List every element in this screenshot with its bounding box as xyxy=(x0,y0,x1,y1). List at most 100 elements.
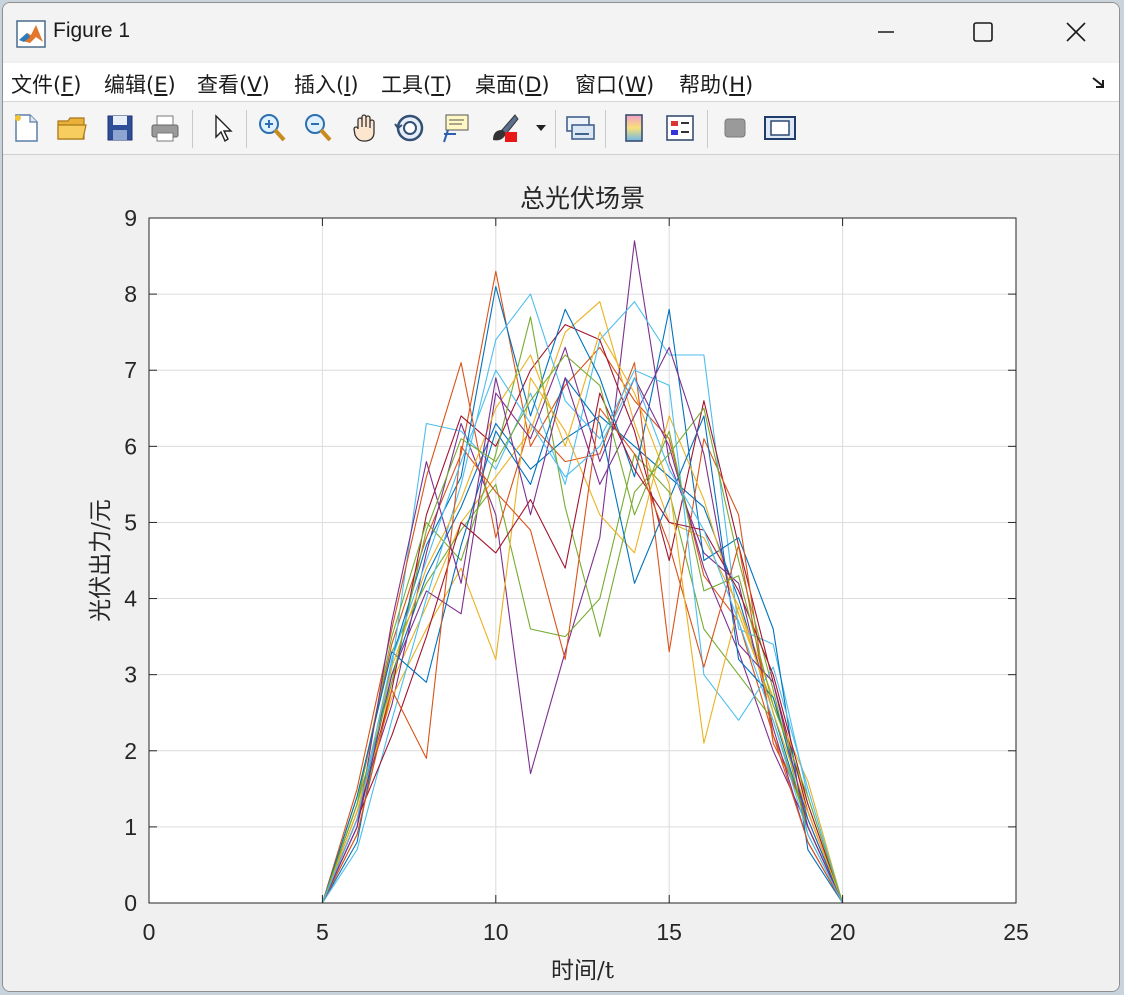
brush-icon xyxy=(493,114,519,142)
chart-title: 总光伏场景 xyxy=(520,184,645,213)
rotate-3d-button[interactable] xyxy=(393,111,427,145)
matlab-logo-icon xyxy=(16,20,46,48)
zoom-in-button[interactable] xyxy=(255,111,289,145)
show-plot-tools-button[interactable] xyxy=(763,111,797,145)
zoom-in-icon xyxy=(259,114,286,142)
close-button[interactable] xyxy=(1031,3,1119,61)
menu-suffix: ) xyxy=(350,73,359,97)
menu-accelerator: V xyxy=(247,73,262,97)
y-tick-label: 2 xyxy=(124,738,137,764)
x-tick-label: 10 xyxy=(483,919,509,945)
y-tick-label: 4 xyxy=(124,586,137,612)
menu-help[interactable]: 帮助(H) xyxy=(679,69,753,99)
close-icon xyxy=(1066,22,1086,42)
menu-view[interactable]: 查看(V) xyxy=(197,69,270,99)
y-tick-label: 3 xyxy=(124,662,137,688)
brush-dropdown-icon xyxy=(536,125,546,131)
y-tick-label: 6 xyxy=(124,433,137,459)
x-tick-label: 20 xyxy=(830,919,856,945)
menu-tools[interactable]: 工具(T) xyxy=(381,69,452,99)
menu-suffix: ) xyxy=(261,73,270,97)
y-axis-label: 光伏出力/元 xyxy=(88,499,114,622)
menu-label: 查看( xyxy=(197,73,248,97)
minimize-icon xyxy=(878,31,894,33)
new-figure-button[interactable] xyxy=(9,111,43,145)
rotate-3d-icon xyxy=(394,114,424,142)
data-cursor-button[interactable] xyxy=(439,111,473,145)
menu-suffix: ) xyxy=(444,73,453,97)
menu-accelerator: E xyxy=(154,73,168,97)
save-icon xyxy=(107,115,133,141)
menu-suffix: ) xyxy=(73,73,82,97)
menu-label: 工具( xyxy=(381,73,432,97)
menu-accelerator: T xyxy=(431,73,445,97)
menu-accelerator: H xyxy=(729,73,745,97)
edit-plot-button[interactable] xyxy=(205,111,239,145)
menu-label: 桌面( xyxy=(475,73,526,97)
legend-icon xyxy=(666,115,694,141)
axes-background[interactable] xyxy=(149,218,1016,903)
link-plot-icon xyxy=(566,116,595,140)
pointer-icon xyxy=(215,114,233,143)
new-file-icon xyxy=(15,114,38,142)
menu-label: 窗口( xyxy=(575,73,626,97)
dock-figure-icon[interactable] xyxy=(1091,76,1107,90)
print-button[interactable] xyxy=(148,111,182,145)
x-tick-label: 25 xyxy=(1003,919,1029,945)
hide-plot-tools-icon xyxy=(724,118,746,138)
open-file-button[interactable] xyxy=(55,111,89,145)
menu-suffix: ) xyxy=(167,73,176,97)
figure-window: Figure 1 文件(F) 编辑(E) 查看(V) 插入(I) 工具(T) 桌… xyxy=(2,2,1120,992)
figure-canvas: 0 5 10 15 20 25 0 1 2 3 4 5 6 7 8 9 总光伏场景 时间/t 光伏出力/元 xyxy=(3,155,1119,991)
link-plot-button[interactable] xyxy=(563,111,597,145)
colorbar-icon xyxy=(625,114,643,142)
open-folder-icon xyxy=(57,117,87,140)
menu-label: 编辑( xyxy=(104,73,155,97)
menu-bar: 文件(F) 编辑(E) 查看(V) 插入(I) 工具(T) 桌面(D) 窗口(W… xyxy=(3,63,1119,102)
menu-accelerator: F xyxy=(61,73,74,97)
toolbar-separator xyxy=(707,110,708,148)
menu-label: 文件( xyxy=(11,73,62,97)
menu-label: 插入( xyxy=(294,73,345,97)
menu-accelerator: W xyxy=(625,73,646,97)
brush-dropdown-button[interactable] xyxy=(533,111,549,145)
menu-file[interactable]: 文件(F) xyxy=(11,69,82,99)
menu-edit[interactable]: 编辑(E) xyxy=(104,69,176,99)
y-tick-label: 8 xyxy=(124,281,137,307)
maximize-button[interactable] xyxy=(938,3,1028,61)
window-title: Figure 1 xyxy=(53,19,131,42)
x-tick-label: 5 xyxy=(316,919,329,945)
x-axis-label: 时间/t xyxy=(551,958,615,984)
toolbar-separator xyxy=(246,110,247,148)
pan-hand-icon xyxy=(353,114,375,142)
insert-colorbar-button[interactable] xyxy=(617,111,651,145)
y-tick-label: 9 xyxy=(124,205,137,231)
data-cursor-icon xyxy=(443,114,469,143)
menu-suffix: ) xyxy=(541,73,550,97)
menu-desktop[interactable]: 桌面(D) xyxy=(475,69,550,99)
minimize-button[interactable] xyxy=(841,3,931,61)
insert-legend-button[interactable] xyxy=(663,111,697,145)
menu-window[interactable]: 窗口(W) xyxy=(575,69,654,99)
y-tick-label: 5 xyxy=(124,509,137,535)
title-bar[interactable]: Figure 1 xyxy=(3,3,1119,61)
pan-button[interactable] xyxy=(348,111,382,145)
y-tick-label: 1 xyxy=(124,814,137,840)
save-button[interactable] xyxy=(103,111,137,145)
figure-toolbar xyxy=(3,102,1119,155)
x-tick-label: 0 xyxy=(143,919,156,945)
y-tick-label: 0 xyxy=(124,890,137,916)
toolbar-separator xyxy=(555,110,556,148)
menu-suffix: ) xyxy=(645,73,655,97)
menu-insert[interactable]: 插入(I) xyxy=(294,69,359,99)
menu-accelerator: D xyxy=(525,73,542,97)
maximize-icon xyxy=(973,22,993,42)
menu-suffix: ) xyxy=(745,73,754,97)
hide-plot-tools-button[interactable] xyxy=(718,111,752,145)
print-icon xyxy=(151,115,179,142)
y-tick-label: 7 xyxy=(124,357,137,383)
brush-button[interactable] xyxy=(487,111,521,145)
zoom-out-button[interactable] xyxy=(301,111,335,145)
show-plot-tools-icon xyxy=(764,116,796,140)
toolbar-separator xyxy=(605,110,606,148)
